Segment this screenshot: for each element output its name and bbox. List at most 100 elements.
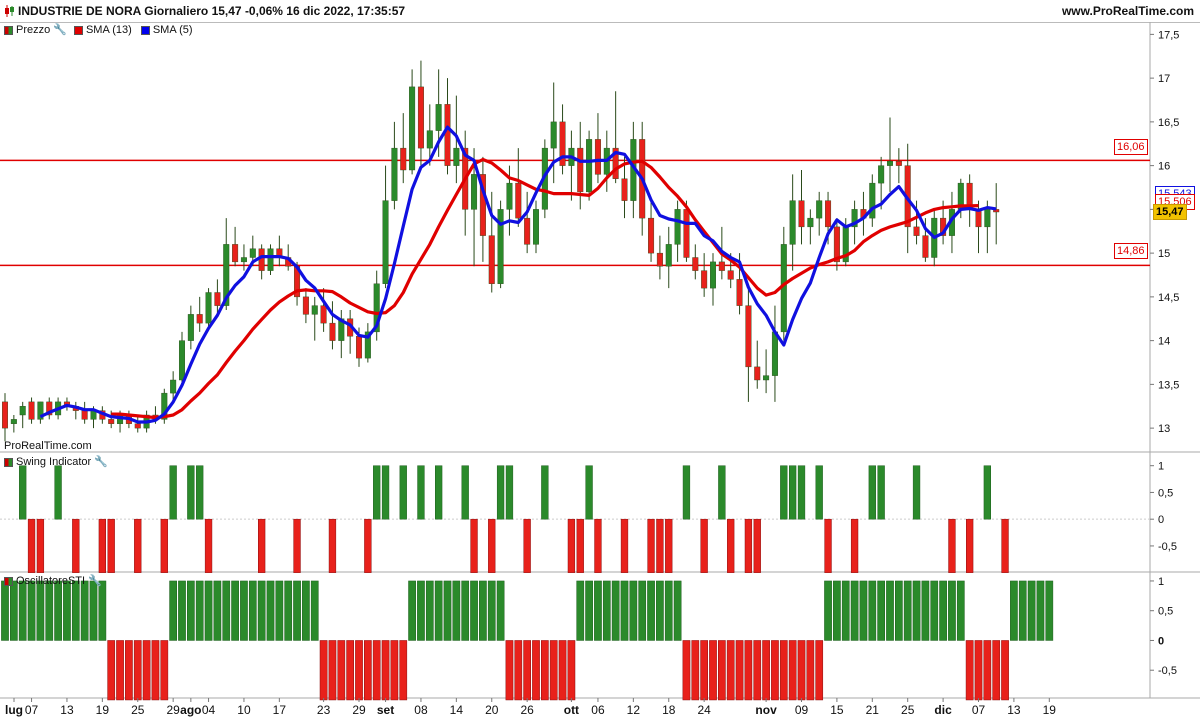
candle-body bbox=[205, 292, 212, 324]
osc-bar-down bbox=[532, 640, 540, 701]
candle-body bbox=[718, 261, 725, 271]
price-legend: Prezzo 🔧 SMA (13) SMA (5) bbox=[4, 23, 193, 37]
x-tick-label: ago bbox=[180, 703, 201, 717]
candle-body bbox=[771, 331, 778, 376]
candle-body bbox=[683, 209, 690, 258]
osc-bar-up bbox=[425, 580, 434, 641]
osc-bar-up bbox=[824, 580, 832, 641]
swing-bar-down bbox=[470, 518, 478, 573]
osc-bar-down bbox=[116, 640, 124, 701]
site-link[interactable]: www.ProRealTime.com bbox=[1062, 4, 1194, 18]
osc-bar-up bbox=[169, 580, 178, 641]
osc-bar-up bbox=[195, 580, 204, 641]
swing-bar-up bbox=[541, 465, 549, 520]
swing-bar-up bbox=[373, 465, 381, 520]
osc-bar-down bbox=[390, 640, 399, 701]
candle-body bbox=[701, 270, 708, 289]
candle-body bbox=[692, 257, 699, 271]
osc-bar-up bbox=[868, 580, 877, 641]
candle-body bbox=[763, 375, 770, 381]
osc-bar-down bbox=[718, 640, 726, 701]
price-y-tick-label: 13 bbox=[1158, 423, 1170, 435]
osc-bar-up bbox=[187, 580, 195, 641]
swing-bar-up bbox=[461, 465, 469, 520]
wrench-icon[interactable]: 🔧 bbox=[94, 455, 108, 469]
candle-body bbox=[878, 165, 885, 184]
candle-body bbox=[267, 248, 274, 271]
swing-bar-down bbox=[523, 518, 531, 573]
osc-bar-up bbox=[921, 580, 930, 641]
swing-bar-up bbox=[877, 465, 885, 520]
osc-bar-up bbox=[213, 580, 222, 641]
candle-body bbox=[170, 379, 177, 394]
candle-body bbox=[249, 248, 256, 258]
x-tick-label: 17 bbox=[273, 703, 287, 717]
legend-sma5: SMA (5) bbox=[152, 24, 193, 36]
osc-bar-up bbox=[248, 580, 257, 641]
osc-bar-up bbox=[850, 580, 859, 641]
osc-bar-up bbox=[257, 580, 266, 641]
x-tick-label: 07 bbox=[972, 703, 986, 717]
x-tick-label: 23 bbox=[317, 703, 331, 717]
swing-bar-down bbox=[744, 518, 753, 573]
osc-bar-down bbox=[355, 640, 363, 701]
last-price-badge: 15,47 bbox=[1153, 204, 1187, 220]
swing-y-tick-label: -0,5 bbox=[1158, 541, 1177, 553]
candle-body bbox=[2, 401, 8, 429]
osc-bar-up bbox=[664, 580, 673, 641]
candle-body bbox=[232, 244, 239, 263]
price-y-tick-label: 15 bbox=[1158, 248, 1170, 260]
osc-bar-down bbox=[771, 640, 779, 701]
osc-legend: OscillatoreSTI 🔧 bbox=[4, 574, 106, 588]
osc-bar-up bbox=[841, 580, 850, 641]
osc-bar-up bbox=[956, 580, 965, 641]
candle-body bbox=[444, 104, 451, 166]
x-tick-label: 14 bbox=[450, 703, 464, 717]
candle-body bbox=[586, 139, 593, 193]
osc-bar-up bbox=[443, 580, 452, 641]
swing-legend: Swing Indicator 🔧 bbox=[4, 455, 112, 469]
candle-body bbox=[19, 406, 26, 416]
candle-body bbox=[302, 296, 309, 315]
candle-body bbox=[895, 161, 902, 166]
swing-bar-down bbox=[576, 518, 584, 573]
x-tick-label: ott bbox=[564, 703, 579, 717]
candle-body bbox=[789, 200, 796, 245]
osc-bar-down bbox=[753, 640, 762, 701]
candle-body bbox=[515, 182, 522, 219]
candle-body bbox=[674, 209, 681, 245]
candle-body bbox=[435, 104, 442, 131]
osc-y-tick-label: 0 bbox=[1158, 635, 1164, 647]
legend-osc: OscillatoreSTI bbox=[16, 575, 86, 587]
osc-bar-down bbox=[700, 640, 708, 701]
osc-bar-down bbox=[142, 640, 151, 701]
osc-bar-down bbox=[151, 640, 160, 701]
swing-bar-down bbox=[948, 518, 956, 573]
x-tick-label: lug bbox=[5, 703, 23, 717]
swing-bar-down bbox=[107, 518, 115, 573]
swing-bar-down bbox=[647, 518, 655, 573]
osc-bar-up bbox=[930, 580, 939, 641]
x-tick-label: 07 bbox=[25, 703, 39, 717]
osc-bar-up bbox=[408, 580, 416, 641]
osc-bar-up bbox=[417, 580, 425, 641]
osc-bar-up bbox=[45, 580, 54, 641]
candle-body bbox=[258, 248, 265, 271]
osc-bar-down bbox=[974, 640, 983, 701]
osc-bar-up bbox=[585, 580, 593, 641]
osc-bar-down bbox=[523, 640, 531, 701]
osc-bar-up bbox=[877, 580, 885, 641]
osc-bar-up bbox=[302, 580, 310, 641]
candle-body bbox=[984, 209, 991, 228]
lower-level-badge: 14,86 bbox=[1114, 243, 1148, 259]
swing-bar-down bbox=[488, 518, 496, 573]
osc-bar-down bbox=[992, 640, 1001, 701]
swing-bar-up bbox=[496, 465, 505, 520]
wrench-icon[interactable]: 🔧 bbox=[88, 574, 102, 588]
osc-bar-down bbox=[549, 640, 558, 701]
candle-body bbox=[594, 139, 601, 175]
x-tick-label: 06 bbox=[591, 703, 605, 717]
osc-bar-up bbox=[204, 580, 213, 641]
osc-bar-up bbox=[434, 580, 443, 641]
wrench-icon[interactable]: 🔧 bbox=[53, 23, 67, 37]
